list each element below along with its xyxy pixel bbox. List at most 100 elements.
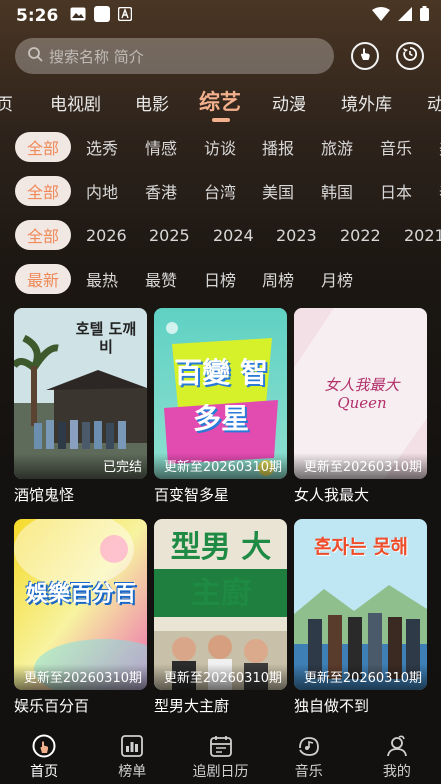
filter-genre-romance[interactable]: 情感	[133, 132, 189, 162]
update-status: 更新至20260310期	[23, 671, 142, 686]
show-title: 娱乐百分百	[14, 697, 90, 715]
sort-daily-chart[interactable]: 日榜	[192, 264, 248, 294]
filter-year-2021[interactable]: 2021	[392, 220, 441, 250]
tab-anime[interactable]: 动漫	[272, 90, 306, 115]
wifi-icon	[372, 6, 390, 26]
gallery-icon	[70, 6, 86, 26]
nav-music-label: 音乐	[294, 764, 323, 780]
nav-ranking-label: 榜单	[118, 764, 147, 780]
poster-logo-text: 型男 大主廚	[170, 530, 272, 611]
nav-calendar-label: 追剧日历	[192, 764, 249, 780]
filter-region-row: 全部 内地 香港 台湾 美国 韩国 日本 泰	[0, 176, 441, 208]
poster-logo-text: 혼자는 못해	[313, 536, 408, 558]
filter-year-2026[interactable]: 2026	[74, 220, 139, 250]
filter-genre-music[interactable]: 音乐	[368, 132, 424, 162]
search-row: 搜索名称 简介	[15, 38, 426, 74]
app-notification-icon	[94, 5, 111, 27]
sort-hottest[interactable]: 最热	[74, 264, 130, 294]
font-app-icon	[118, 6, 133, 26]
filter-genre-more[interactable]: 美	[427, 132, 441, 162]
show-poster: 百變 智多星 更新至20260310期	[154, 308, 287, 479]
filter-region-all[interactable]: 全部	[15, 176, 72, 206]
filter-genre-all[interactable]: 全部	[15, 132, 72, 162]
filter-region-korea[interactable]: 韩国	[309, 176, 365, 206]
show-card[interactable]: 型男 大主廚 更新至20260310期 型男大主廚	[154, 519, 287, 716]
filter-region-thailand[interactable]: 泰	[427, 176, 441, 206]
search-input[interactable]: 搜索名称 简介	[15, 38, 334, 74]
sort-latest[interactable]: 最新	[15, 264, 72, 294]
show-poster: 型男 大主廚 更新至20260310期	[154, 519, 287, 690]
sort-most-liked[interactable]: 最赞	[133, 264, 189, 294]
show-card[interactable]: 호텔 도깨비 已完结 酒馆鬼怪	[14, 308, 147, 505]
show-title: 百变智多星	[154, 486, 230, 504]
nav-music[interactable]: 音乐	[265, 728, 353, 784]
poster-logo-text: 호텔 도깨비	[75, 320, 137, 356]
sort-monthly-chart[interactable]: 月榜	[309, 264, 365, 294]
search-placeholder: 搜索名称 简介	[49, 47, 144, 66]
poster-logo-text: 娛樂百分百	[25, 582, 136, 607]
tab-homepage[interactable]: 页	[0, 90, 13, 115]
show-poster: 호텔 도깨비 已完结	[14, 308, 147, 479]
calendar-icon	[209, 736, 232, 757]
filter-year-2025[interactable]: 2025	[137, 220, 202, 250]
search-icon	[27, 46, 43, 66]
history-button[interactable]	[396, 42, 424, 70]
bottom-navigation: 首页 榜单 追剧日历 音乐 我的	[0, 728, 441, 784]
update-status: 已完结	[102, 460, 142, 475]
filter-year-2022[interactable]: 2022	[328, 220, 393, 250]
filter-region-mainland[interactable]: 内地	[74, 176, 130, 206]
show-card[interactable]: 혼자는 못해 更新至20260310期 独自做不到	[294, 519, 427, 716]
filter-region-japan[interactable]: 日本	[368, 176, 424, 206]
tap-hand-button[interactable]	[351, 42, 379, 70]
filter-year-2024[interactable]: 2024	[201, 220, 266, 250]
filter-genre-talent[interactable]: 选秀	[74, 132, 130, 162]
filter-region-hongkong[interactable]: 香港	[133, 176, 189, 206]
show-title: 型男大主廚	[154, 697, 230, 715]
poster-logo-text: 百變 智多星	[174, 356, 268, 435]
filter-region-taiwan[interactable]: 台湾	[192, 176, 248, 206]
show-title: 女人我最大	[294, 486, 370, 504]
update-status: 更新至20260310期	[163, 671, 282, 686]
filter-sort-row: 最新 最热 最赞 日榜 周榜 月榜	[0, 264, 441, 296]
filter-genre-talk[interactable]: 访谈	[192, 132, 248, 162]
show-card[interactable]: 娛樂百分百 更新至20260310期 娱乐百分百	[14, 519, 147, 716]
show-poster: 혼자는 못해 更新至20260310期	[294, 519, 427, 690]
music-icon	[298, 737, 319, 756]
sort-weekly-chart[interactable]: 周榜	[250, 264, 306, 294]
status-bar: 5:26	[0, 0, 441, 32]
battery-icon	[420, 6, 429, 26]
cellular-signal-icon	[398, 6, 412, 26]
nav-home[interactable]: 首页	[0, 728, 88, 784]
filter-year-2023[interactable]: 2023	[264, 220, 329, 250]
profile-icon	[387, 735, 407, 757]
nav-ranking[interactable]: 榜单	[88, 728, 176, 784]
update-status: 更新至20260310期	[303, 460, 422, 475]
category-tabs: 页 电视剧 电影 综艺 动漫 境外库 动	[0, 80, 441, 126]
nav-profile-label: 我的	[382, 764, 411, 780]
home-icon	[32, 734, 56, 758]
show-poster: 娛樂百分百 更新至20260310期	[14, 519, 147, 690]
filter-year-all[interactable]: 全部	[15, 220, 72, 250]
filter-year-row: 全部 2026 2025 2024 2023 2022 2021	[0, 220, 441, 252]
tab-more[interactable]: 动	[427, 90, 441, 115]
poster-logo-text: 女人我最大 Queen	[324, 376, 400, 412]
ranking-chart-icon	[121, 735, 144, 757]
nav-home-label: 首页	[30, 764, 59, 780]
show-title: 酒馆鬼怪	[14, 486, 75, 504]
nav-calendar[interactable]: 追剧日历	[176, 728, 264, 784]
tab-movies[interactable]: 电影	[135, 90, 169, 115]
tab-variety[interactable]: 综艺	[199, 86, 241, 116]
update-status: 更新至20260310期	[303, 671, 422, 686]
show-card[interactable]: 百變 智多星 更新至20260310期 百变智多星	[154, 308, 287, 505]
show-card[interactable]: 女人我最大 Queen 更新至20260310期 女人我最大	[294, 308, 427, 505]
tab-tv-series[interactable]: 电视剧	[50, 90, 101, 115]
clock: 5:26	[16, 6, 59, 26]
nav-profile[interactable]: 我的	[353, 728, 441, 784]
filter-genre-travel[interactable]: 旅游	[309, 132, 365, 162]
active-tab-indicator	[212, 118, 230, 122]
tab-overseas[interactable]: 境外库	[341, 90, 392, 115]
show-poster: 女人我最大 Queen 更新至20260310期	[294, 308, 427, 479]
filter-region-usa[interactable]: 美国	[250, 176, 306, 206]
history-icon	[402, 46, 418, 66]
filter-genre-news[interactable]: 播报	[250, 132, 306, 162]
